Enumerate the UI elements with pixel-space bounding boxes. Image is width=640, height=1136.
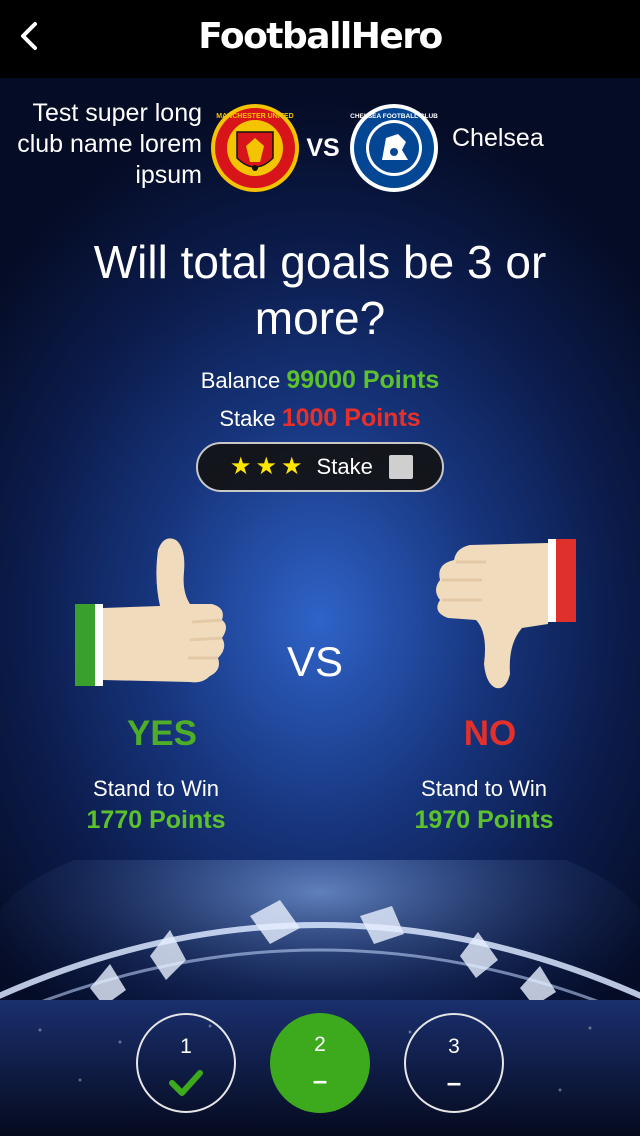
yes-option[interactable]: YES [52,714,272,754]
balance-label: Balance [200,368,281,393]
home-crest-text: MANCHESTER UNITED [216,113,293,120]
step-1-button[interactable]: 1 [136,1013,236,1113]
manchester-united-crest-icon: MANCHESTER UNITED [211,104,299,192]
away-crest-text: CHELSEA FOOTBALL CLUB [350,113,438,120]
no-win-value: 1970 Points [414,806,554,834]
stake-checkbox[interactable] [388,455,413,479]
step-3-button[interactable]: 3 – [404,1013,504,1113]
dash-icon: – [446,1067,462,1097]
no-option[interactable]: NO [380,714,600,754]
yes-win-label: Stand to Win [93,776,219,801]
yes-win-value: 1770 Points [86,806,226,834]
step-number: 2 [314,1033,326,1056]
stake-line: Stake 1000 Points [0,404,640,433]
step-2-button[interactable]: 2 – [270,1013,370,1113]
prediction-question: Will total goals be 3 or more? [93,236,547,344]
step-number: 1 [180,1035,192,1058]
star-icon: ★ [230,453,252,480]
chelsea-crest-icon: CHELSEA FOOTBALL CLUB [350,104,438,192]
app-header: FootballHero [0,0,640,78]
balance-value: 99000 Points [286,366,440,394]
no-win-label: Stand to Win [421,776,547,801]
stake-button-label: Stake [316,454,373,479]
stake-toggle-button[interactable]: ★ ★ ★ Stake [196,442,444,492]
match-vs-label: VS [306,134,340,162]
away-team-name: Chelsea [452,124,544,152]
star-icon: ★ [255,453,278,480]
dash-icon: – [312,1065,328,1095]
app-logo-title: FootballHero [198,16,443,57]
checkmark-icon [138,1069,234,1101]
star-icon: ★ [281,453,303,480]
stake-label: Stake [219,406,276,431]
home-team-name: Test super long club name lorem ipsum [17,99,202,189]
balance-line: Balance 99000 Points [0,366,640,395]
thumbs-up-icon[interactable] [72,530,232,695]
options-vs-label: VS [286,638,344,685]
stake-value: 1000 Points [281,404,421,432]
step-number: 3 [448,1035,460,1058]
thumbs-down-icon[interactable] [426,532,586,697]
